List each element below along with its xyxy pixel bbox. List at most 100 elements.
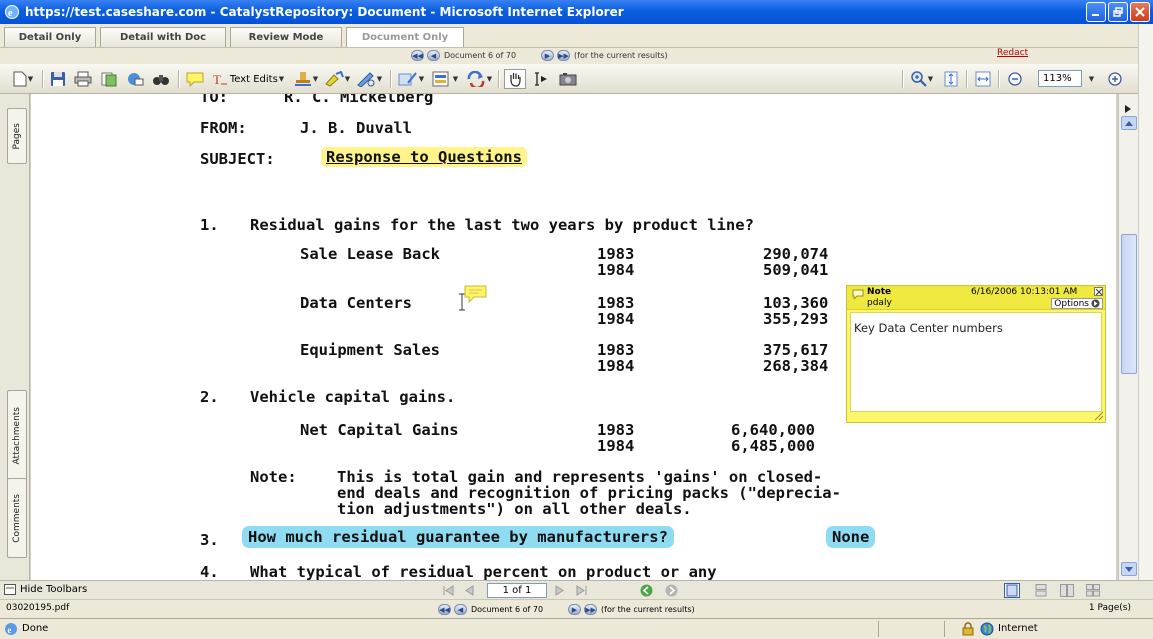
tab-review-mode[interactable]: Review Mode	[230, 27, 342, 47]
tab-document-only[interactable]: Document Only	[346, 27, 464, 47]
file-name: 03020195.pdf	[6, 603, 70, 613]
first-page-icon[interactable]	[442, 585, 454, 596]
resize-grip-icon[interactable]	[1094, 411, 1104, 421]
lock-icon	[962, 622, 974, 636]
previous-document-button[interactable]: ◀	[454, 604, 467, 615]
note-options-button[interactable]: Options	[1051, 298, 1103, 309]
scroll-up-button[interactable]	[1121, 116, 1137, 130]
note-body[interactable]: Key Data Center numbers	[850, 312, 1102, 412]
select-text-tool[interactable]	[530, 69, 552, 89]
page-number-field[interactable]: 1 of 1	[487, 583, 547, 598]
next-document-button[interactable]: ▶	[568, 604, 581, 615]
go-forward-view-icon[interactable]	[665, 584, 678, 597]
sticky-note-tool[interactable]	[184, 69, 206, 89]
highlight-tool[interactable]: ▼	[322, 69, 352, 89]
tab-detail-with-doc[interactable]: Detail with Doc	[100, 27, 226, 47]
print-button[interactable]	[72, 69, 94, 89]
attachments-panel-tab[interactable]: Attachments	[7, 390, 27, 482]
rotate-arrows-icon	[467, 71, 485, 87]
note-close-button[interactable]	[1094, 287, 1103, 296]
tab-detail-only[interactable]: Detail Only	[4, 27, 96, 47]
rotate-tool[interactable]: ▼	[464, 69, 494, 89]
email-button[interactable]	[124, 69, 146, 89]
svg-text:e: e	[8, 625, 12, 635]
find-button[interactable]	[150, 69, 172, 89]
minimize-icon	[1092, 14, 1099, 16]
form-tool[interactable]: ▼	[430, 69, 460, 89]
year-cell: 1984	[597, 437, 635, 455]
net-capital-gains-label: Net Capital Gains	[300, 421, 459, 439]
text-cursor-icon	[535, 72, 547, 86]
stamp-tool[interactable]: ▼	[292, 69, 320, 89]
magnifier-zoom-icon	[911, 71, 927, 87]
question-4-number: 4.	[200, 563, 219, 581]
value-cell: 355,293	[763, 310, 829, 328]
first-document-button[interactable]: ◀◀	[411, 50, 424, 61]
document-navigation: ◀◀ ◀ Document 6 of 70 ▶ ▶▶ (for the curr…	[0, 48, 1153, 64]
continuous-facing-layout-icon[interactable]	[1086, 584, 1100, 597]
next-page-icon[interactable]	[555, 585, 565, 596]
last-page-icon[interactable]	[576, 585, 588, 596]
chevron-up-icon	[1125, 120, 1133, 126]
document-counter: Document 6 of 70	[444, 51, 517, 60]
zoom-percentage-field[interactable]: 113%	[1038, 70, 1082, 87]
note-label: Note:	[250, 468, 297, 486]
save-button[interactable]	[48, 69, 68, 89]
minimize-button[interactable]	[1086, 2, 1106, 22]
window-title: https://test.caseshare.com - CatalystRep…	[25, 5, 624, 19]
panel-expand-arrow-icon[interactable]	[1123, 104, 1133, 114]
document-counter: Document 6 of 70	[471, 605, 544, 614]
next-document-button[interactable]: ▶	[541, 50, 554, 61]
snapshot-tool[interactable]	[556, 69, 580, 89]
close-button[interactable]	[1130, 2, 1150, 22]
question-1-text: Residual gains for the last two years by…	[250, 216, 754, 234]
organize-button[interactable]	[98, 69, 120, 89]
security-zone-label: Internet	[998, 623, 1038, 634]
go-back-view-icon[interactable]	[640, 584, 653, 597]
redact-link[interactable]: Redact	[997, 48, 1028, 58]
pages-tab-label: Pages	[12, 122, 22, 150]
question-3-text: How much residual guarantee by manufactu…	[242, 526, 674, 548]
fit-width-button[interactable]	[972, 69, 994, 89]
document-vertical-scrollbar[interactable]	[1118, 94, 1138, 580]
zoom-in-button[interactable]	[1104, 69, 1126, 89]
memo-subject-value: Response to Questions	[321, 147, 527, 167]
ie-page-icon: e	[5, 623, 17, 635]
continuous-layout-icon[interactable]	[1034, 584, 1048, 597]
previous-page-icon[interactable]	[464, 585, 474, 596]
zoom-in-tool[interactable]: ▼	[908, 69, 936, 89]
internet-zone-globe-icon	[980, 622, 994, 636]
facing-layout-icon[interactable]	[1060, 584, 1074, 597]
last-document-button[interactable]: ▶▶	[557, 50, 570, 61]
fit-page-button[interactable]	[940, 69, 962, 89]
pages-menu-button[interactable]: ▼	[8, 69, 38, 89]
comment-note-popup[interactable]: Note pdaly 6/16/2006 10:13:01 AM Options…	[846, 285, 1106, 423]
question-4-text: What typical of residual percent on prod…	[250, 563, 717, 581]
text-edit-icon: T	[213, 72, 227, 87]
zoom-out-button[interactable]	[1004, 69, 1026, 89]
drawing-markup-tool[interactable]: ▼	[354, 69, 384, 89]
scroll-thumb[interactable]	[1121, 234, 1137, 374]
year-cell: 1984	[597, 357, 635, 375]
single-page-layout-icon[interactable]	[1004, 583, 1020, 598]
review-tool[interactable]: ▼	[396, 69, 426, 89]
memo-to-line: TO: R. C. Mickelberg	[200, 94, 434, 106]
options-arrow-icon	[1091, 299, 1100, 308]
text-edits-dropdown[interactable]: T Text Edits ▼	[208, 69, 288, 89]
first-document-button[interactable]: ◀◀	[438, 604, 451, 615]
browser-vertical-scrollbar[interactable]	[1138, 24, 1153, 614]
scroll-down-button[interactable]	[1121, 562, 1137, 576]
pages-panel-tab[interactable]: Pages	[7, 108, 27, 164]
maximize-button[interactable]	[1108, 2, 1128, 22]
previous-document-button[interactable]: ◀	[427, 50, 440, 61]
hide-toolbars-button[interactable]: Hide Toolbars	[4, 584, 87, 595]
zoom-dropdown-button[interactable]: ▼	[1084, 69, 1098, 89]
last-document-button[interactable]: ▶▶	[584, 604, 597, 615]
comments-tab-label: Comments	[12, 493, 22, 543]
hand-tool[interactable]	[504, 69, 526, 89]
sticky-note-marker-icon[interactable]	[464, 284, 488, 304]
fit-page-icon	[944, 71, 958, 87]
comments-panel-tab[interactable]: Comments	[7, 478, 27, 558]
note-title: Note	[867, 287, 892, 297]
globe-mail-icon	[128, 73, 144, 86]
